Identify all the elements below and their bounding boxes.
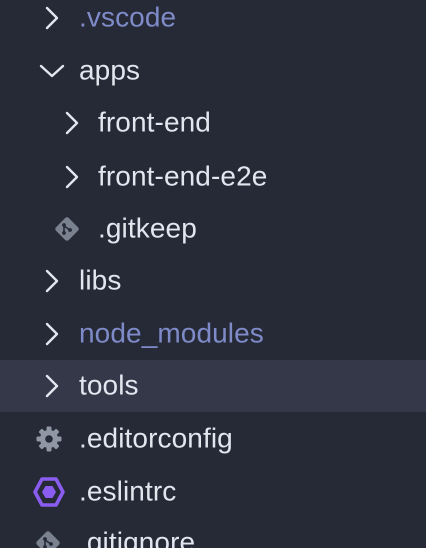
tree-item-front-end-e2e[interactable]: front-end-e2e [0, 151, 426, 203]
tree-item-label: .eslintrc [79, 475, 177, 507]
tree-item-label: libs [79, 264, 122, 296]
tree-item-label: .gitkeep [98, 212, 197, 244]
tree-item-apps[interactable]: apps [0, 45, 426, 97]
chevron-right-icon[interactable] [42, 268, 62, 294]
file-explorer: .vscode apps front-end front-end-e2e .gi… [0, 0, 426, 548]
git-file-icon [34, 529, 62, 548]
chevron-right-icon[interactable] [42, 5, 62, 31]
tree-item-eslintrc[interactable]: .eslintrc [0, 466, 426, 518]
tree-item-label: .vscode [79, 1, 177, 33]
tree-item-label: apps [79, 54, 141, 86]
tree-item-editorconfig[interactable]: .editorconfig [0, 413, 426, 465]
chevron-right-icon[interactable] [62, 164, 82, 190]
tree-item-tools[interactable]: tools [0, 360, 426, 412]
tree-item-label: .editorconfig [79, 422, 233, 454]
tree-item-label: front-end-e2e [98, 160, 268, 192]
tree-item-libs[interactable]: libs [0, 255, 426, 307]
tree-item-gitkeep[interactable]: .gitkeep [0, 203, 426, 255]
chevron-right-icon[interactable] [62, 110, 82, 136]
gear-icon [34, 424, 64, 454]
eslint-icon [33, 477, 65, 507]
tree-item-label: tools [79, 369, 139, 401]
chevron-right-icon[interactable] [42, 321, 62, 347]
tree-item-label: .gitignore [79, 526, 196, 548]
git-file-icon [53, 215, 81, 243]
chevron-down-icon[interactable] [38, 61, 66, 81]
tree-item-label: node_modules [79, 317, 264, 349]
chevron-right-icon[interactable] [42, 373, 62, 399]
tree-item-front-end[interactable]: front-end [0, 97, 426, 149]
tree-item-gitignore[interactable]: .gitignore [0, 517, 426, 548]
tree-item-vscode[interactable]: .vscode [0, 0, 426, 44]
tree-item-label: front-end [98, 106, 211, 138]
tree-item-node-modules[interactable]: node_modules [0, 308, 426, 360]
